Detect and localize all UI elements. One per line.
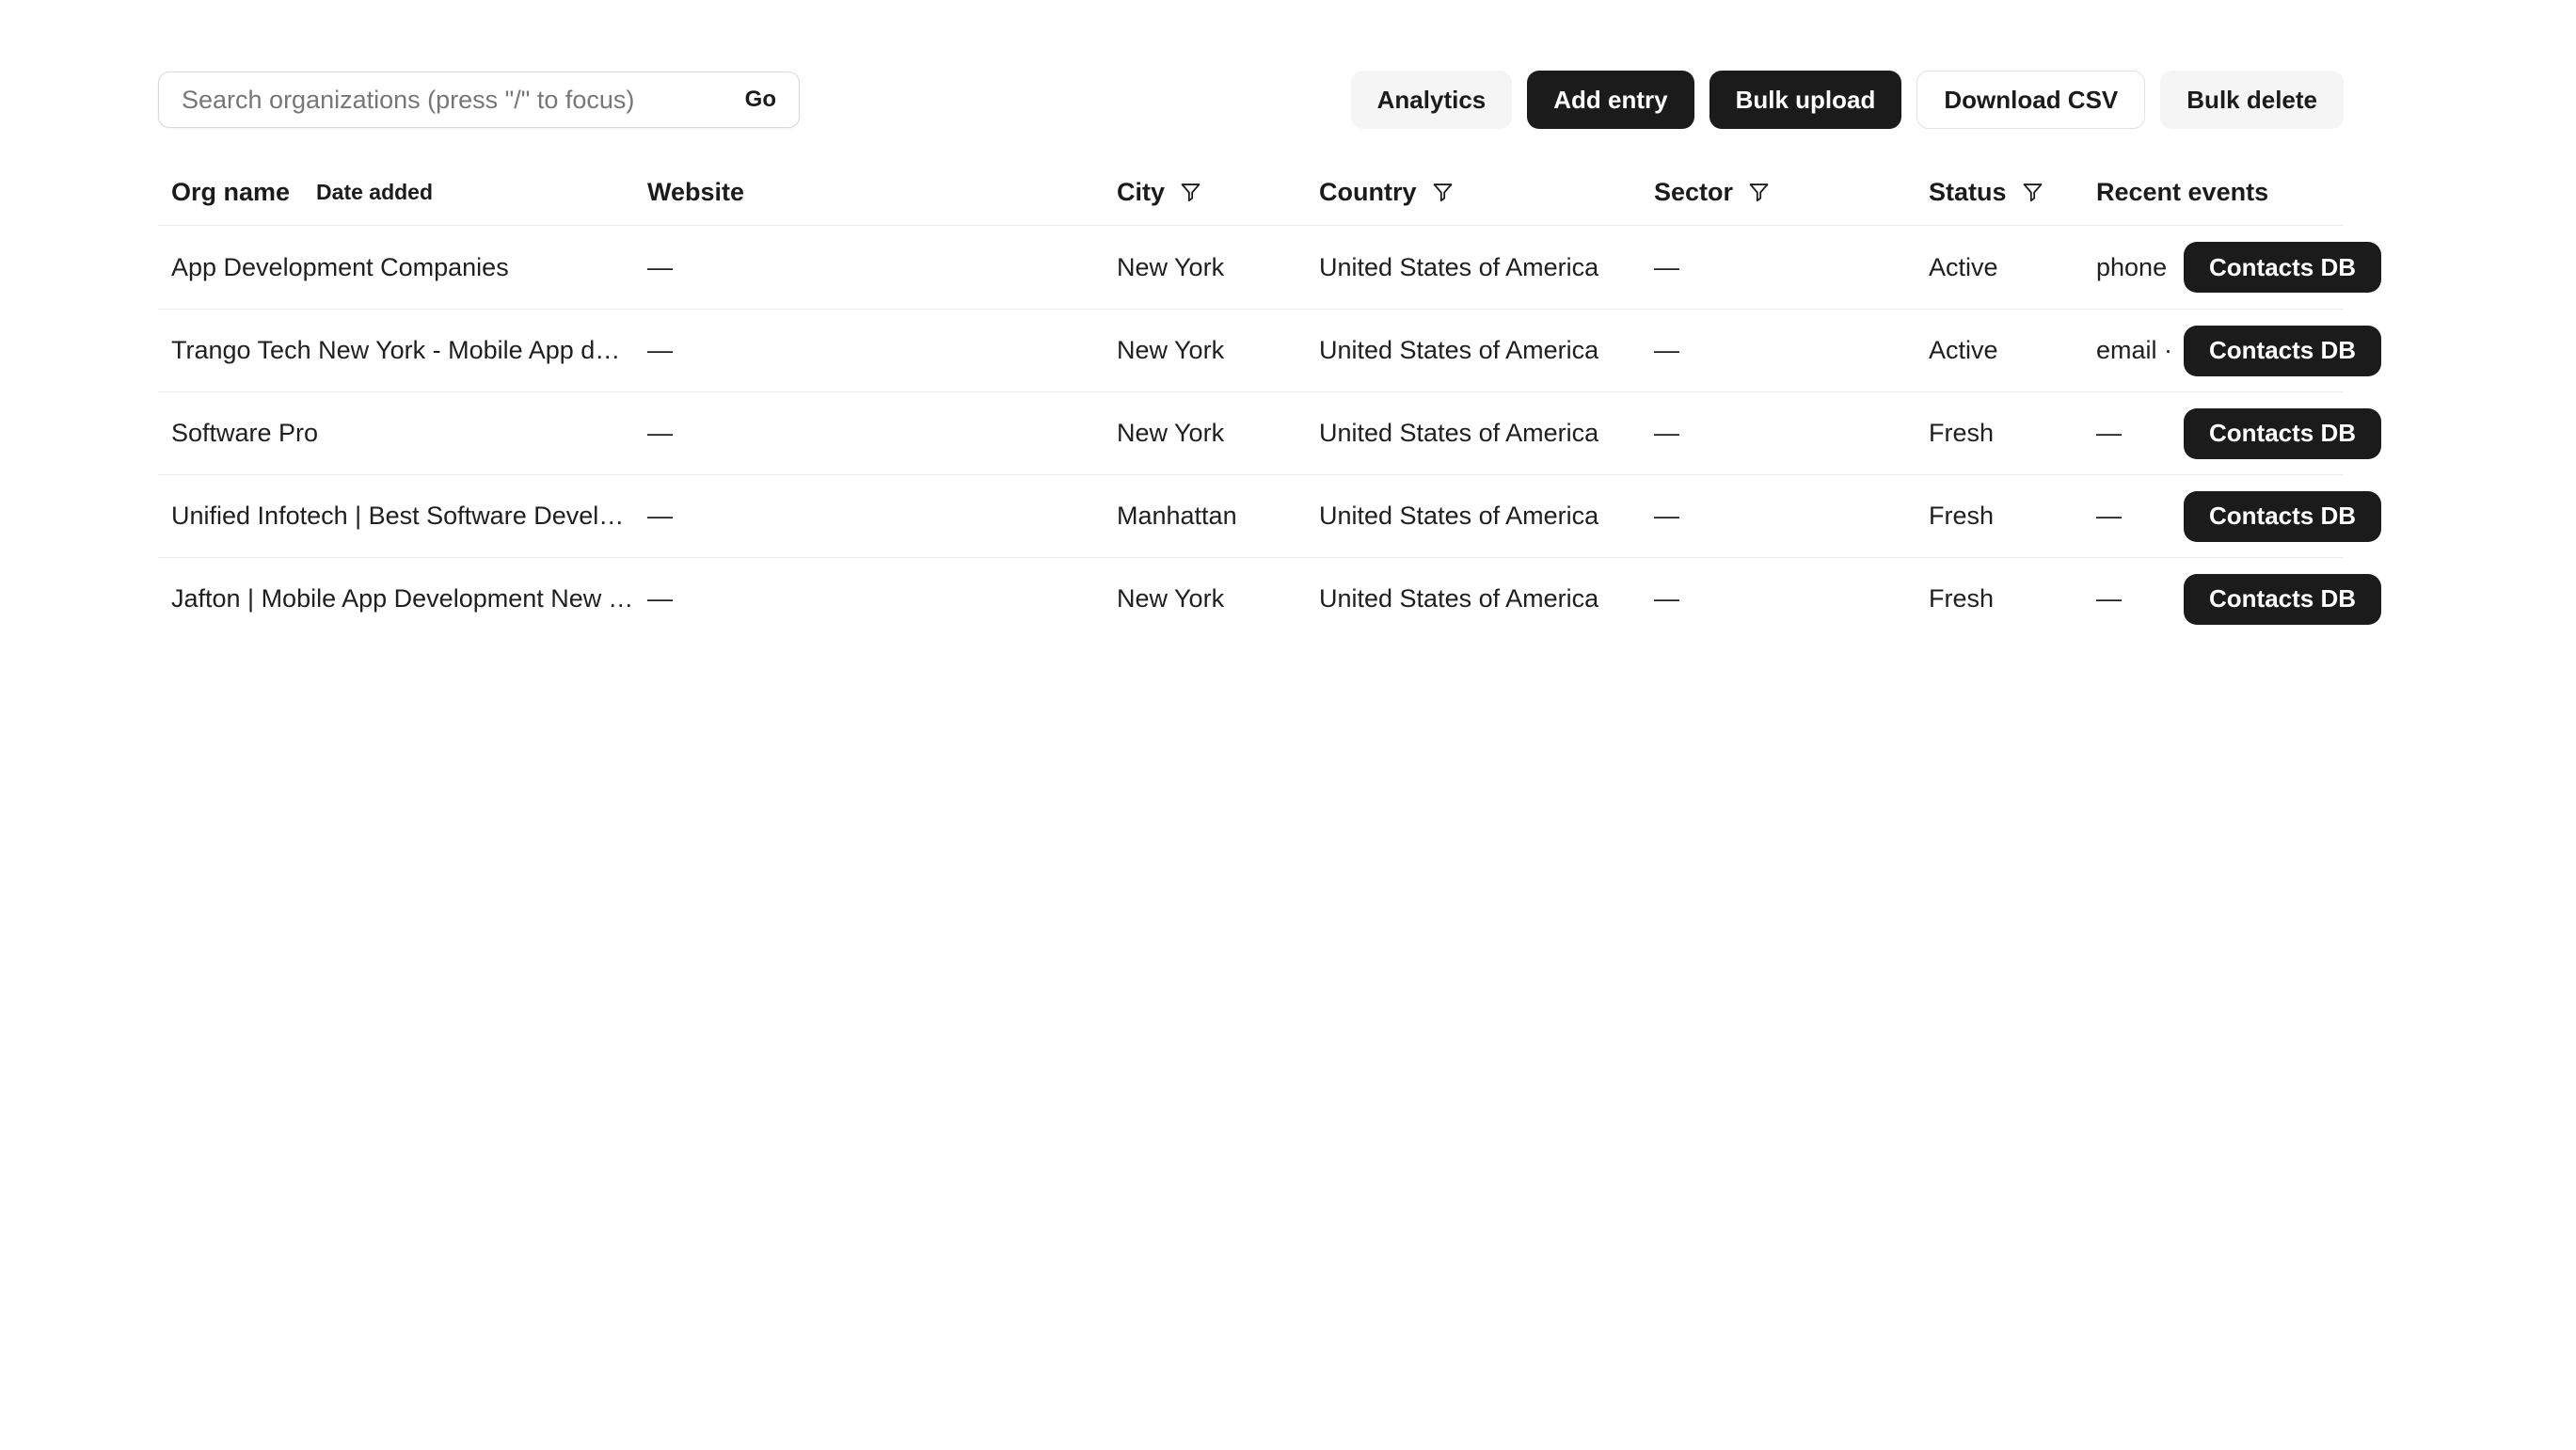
- bulk-delete-button[interactable]: Bulk delete: [2160, 71, 2344, 129]
- column-header-country: Country: [1306, 178, 1641, 207]
- recent-events-cell: —: [2083, 584, 2171, 613]
- city-cell: New York: [1104, 336, 1306, 365]
- column-header-org-name: Org name Date added: [158, 178, 634, 207]
- org-name-cell: Unified Infotech | Best Software Develop…: [158, 502, 634, 531]
- sector-cell: —: [1641, 584, 1916, 613]
- column-header-recent-events: Recent events: [2083, 178, 2344, 207]
- website-cell: —: [634, 419, 1104, 448]
- country-cell: United States of America: [1306, 253, 1641, 282]
- table-row: Trango Tech New York - Mobile App dev… —…: [158, 309, 2344, 391]
- org-name-header-label: Org name: [171, 178, 290, 207]
- column-header-status: Status: [1916, 178, 2083, 207]
- recent-events-cell: phone: [2083, 253, 2171, 282]
- city-cell: New York: [1104, 253, 1306, 282]
- status-cell: Fresh: [1916, 584, 2083, 613]
- country-cell: United States of America: [1306, 336, 1641, 365]
- recent-events-cell: —: [2083, 419, 2171, 448]
- website-header-label: Website: [647, 178, 744, 207]
- table-row: Unified Infotech | Best Software Develop…: [158, 474, 2344, 557]
- contacts-db-button[interactable]: Contacts DB: [2184, 408, 2381, 459]
- contacts-db-button[interactable]: Contacts DB: [2184, 574, 2381, 625]
- date-added-sort-control[interactable]: Date added: [316, 180, 433, 205]
- org-name-cell: App Development Companies: [158, 253, 634, 282]
- status-filter-icon[interactable]: [2020, 180, 2045, 205]
- org-name-cell: Jafton | Mobile App Development New Y…: [158, 584, 634, 613]
- city-cell: Manhattan: [1104, 502, 1306, 531]
- website-cell: —: [634, 502, 1104, 531]
- action-cell: Contacts DB: [2171, 242, 2394, 293]
- action-cell: Contacts DB: [2171, 408, 2394, 459]
- org-name-cell: Trango Tech New York - Mobile App dev…: [158, 336, 634, 365]
- status-cell: Fresh: [1916, 502, 2083, 531]
- sector-header-label: Sector: [1654, 178, 1733, 207]
- city-cell: New York: [1104, 584, 1306, 613]
- website-cell: —: [634, 253, 1104, 282]
- search-input[interactable]: [159, 72, 734, 127]
- country-filter-icon[interactable]: [1430, 180, 1455, 205]
- website-cell: —: [634, 584, 1104, 613]
- recent-events-cell: —: [2083, 502, 2171, 531]
- bulk-upload-button[interactable]: Bulk upload: [1709, 71, 1902, 129]
- topbar: Go Analytics Add entry Bulk upload Downl…: [158, 71, 2344, 129]
- country-header-label: Country: [1319, 178, 1417, 207]
- search-box: Go: [158, 72, 800, 128]
- city-header-label: City: [1117, 178, 1165, 207]
- download-csv-button[interactable]: Download CSV: [1916, 71, 2145, 129]
- sector-cell: —: [1641, 253, 1916, 282]
- column-header-city: City: [1104, 178, 1306, 207]
- status-cell: Active: [1916, 253, 2083, 282]
- country-cell: United States of America: [1306, 419, 1641, 448]
- city-filter-icon[interactable]: [1178, 180, 1203, 205]
- search-go-button[interactable]: Go: [734, 87, 799, 113]
- sector-filter-icon[interactable]: [1746, 180, 1772, 205]
- organizations-page: Go Analytics Add entry Bulk upload Downl…: [0, 0, 2344, 640]
- action-cell: Contacts DB: [2171, 326, 2394, 376]
- column-header-website: Website: [634, 178, 1104, 207]
- sector-cell: —: [1641, 336, 1916, 365]
- contacts-db-button[interactable]: Contacts DB: [2184, 242, 2381, 293]
- table-row: App Development Companies — New York Uni…: [158, 226, 2344, 309]
- table-row: Software Pro — New York United States of…: [158, 391, 2344, 474]
- contacts-db-button[interactable]: Contacts DB: [2184, 326, 2381, 376]
- table-header-row: Org name Date added Website City Country…: [158, 160, 2344, 226]
- status-cell: Active: [1916, 336, 2083, 365]
- recent-events-header-label: Recent events: [2096, 178, 2268, 207]
- sector-cell: —: [1641, 419, 1916, 448]
- organizations-table: Org name Date added Website City Country…: [158, 160, 2344, 640]
- contacts-db-button[interactable]: Contacts DB: [2184, 491, 2381, 542]
- country-cell: United States of America: [1306, 502, 1641, 531]
- country-cell: United States of America: [1306, 584, 1641, 613]
- toolbar-actions: Analytics Add entry Bulk upload Download…: [1351, 71, 2344, 129]
- action-cell: Contacts DB: [2171, 574, 2394, 625]
- recent-events-cell: email ·: [2083, 336, 2171, 365]
- city-cell: New York: [1104, 419, 1306, 448]
- status-header-label: Status: [1929, 178, 2007, 207]
- org-name-cell: Software Pro: [158, 419, 634, 448]
- analytics-button[interactable]: Analytics: [1351, 71, 1513, 129]
- status-cell: Fresh: [1916, 419, 2083, 448]
- add-entry-button[interactable]: Add entry: [1527, 71, 1693, 129]
- table-row: Jafton | Mobile App Development New Y… —…: [158, 557, 2344, 640]
- sector-cell: —: [1641, 502, 1916, 531]
- column-header-sector: Sector: [1641, 178, 1916, 207]
- website-cell: —: [634, 336, 1104, 365]
- action-cell: Contacts DB: [2171, 491, 2394, 542]
